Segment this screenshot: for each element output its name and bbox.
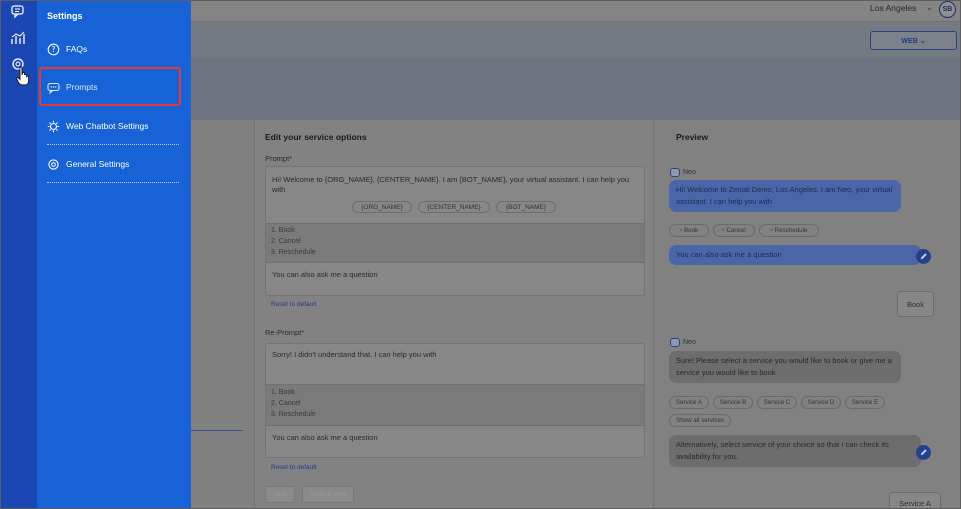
option-item: 1. Book bbox=[271, 389, 295, 396]
location-label[interactable]: Los Angeles bbox=[870, 3, 916, 13]
bot-label: Neo bbox=[670, 338, 696, 347]
hand-cursor-icon bbox=[16, 66, 30, 86]
placeholder-chip[interactable]: {BOT_NAME} bbox=[496, 201, 556, 213]
question-circle-icon: ? bbox=[47, 43, 60, 55]
drawer-item-faqs[interactable]: ? FAQs bbox=[47, 40, 87, 58]
option-item: 1. Book bbox=[271, 227, 295, 234]
gear-icon bbox=[48, 158, 59, 170]
service-chip[interactable]: Service B bbox=[713, 396, 753, 409]
icon-rail bbox=[0, 0, 37, 509]
header-band-lower bbox=[191, 57, 961, 120]
option-item: 2. Cancel bbox=[271, 400, 301, 407]
chat-icon[interactable] bbox=[10, 4, 26, 20]
reprompt-editor[interactable]: Sorry! I didn't understand that. I can h… bbox=[265, 343, 645, 458]
drawer-title: Settings bbox=[47, 11, 83, 21]
bot-name: Neo bbox=[683, 339, 696, 346]
drawer-divider bbox=[47, 182, 179, 183]
gear-cog-icon bbox=[47, 120, 60, 132]
prompt-footer-text[interactable]: You can also ask me a question bbox=[272, 270, 378, 280]
show-all-services-chip[interactable]: Show all services bbox=[669, 414, 731, 427]
analytics-icon[interactable] bbox=[10, 30, 26, 46]
option-item: 3. Reschedule bbox=[271, 411, 316, 418]
save-button[interactable]: Save bbox=[265, 486, 295, 503]
prompt-label: Prompt* bbox=[265, 154, 293, 163]
service-chip[interactable]: Service E bbox=[845, 396, 885, 409]
chevron-down-icon[interactable]: ⌄ bbox=[926, 3, 933, 12]
prompt-text[interactable]: Hi! Welcome to {ORG_NAME}, {CENTER_NAME}… bbox=[272, 175, 640, 195]
highlight-box-prompts bbox=[39, 67, 181, 106]
bot-avatar-icon bbox=[670, 168, 680, 177]
options-list: 1. Book 2. Cancel 3. Reschedule bbox=[266, 384, 644, 426]
drawer-item-general-settings[interactable]: General Settings bbox=[47, 155, 129, 173]
service-chip[interactable]: Service C bbox=[757, 396, 797, 409]
service-chip[interactable]: Service A bbox=[669, 396, 709, 409]
bot-name: Neo bbox=[683, 169, 696, 176]
reprompt-label: Re-Prompt* bbox=[265, 328, 305, 337]
bot-message-bubble: Hi! Welcome to Zenoti Demo, Los Angeles.… bbox=[669, 180, 901, 212]
bot-avatar-icon bbox=[670, 338, 680, 347]
bot-message-bubble: Alternatively, select service of your ch… bbox=[669, 435, 921, 467]
reset-default-link[interactable]: Reset to default bbox=[271, 464, 317, 471]
edit-heading: Edit your service options bbox=[265, 132, 367, 142]
bot-message-bubble: You can also ask me a question bbox=[669, 245, 921, 265]
option-item: 2. Cancel bbox=[271, 238, 301, 245]
drawer-item-label: General Settings bbox=[66, 159, 130, 169]
svg-text:?: ? bbox=[52, 45, 56, 54]
preview-heading: Preview bbox=[676, 132, 709, 142]
cancel-icon: ▫ bbox=[722, 227, 725, 234]
reprompt-footer-text[interactable]: You can also ask me a question bbox=[272, 433, 378, 443]
channel-select-button[interactable]: WEB ⌄ bbox=[870, 31, 957, 50]
user-reply-bubble: Book bbox=[897, 291, 934, 317]
drawer-item-label: FAQs bbox=[66, 44, 88, 54]
service-chip[interactable]: Service D bbox=[801, 396, 841, 409]
prompt-editor[interactable]: Hi! Welcome to {ORG_NAME}, {CENTER_NAME}… bbox=[265, 166, 645, 296]
bot-message-bubble: Sure! Please select a service you would … bbox=[669, 351, 901, 383]
left-column bbox=[191, 120, 253, 509]
placeholder-chip[interactable]: {CENTER_NAME} bbox=[418, 201, 490, 213]
save-and-new-button[interactable]: Save & New bbox=[302, 486, 354, 503]
drawer-item-label: Web Chatbot Settings bbox=[66, 121, 149, 131]
top-bar: Los Angeles ⌄ SB bbox=[191, 0, 961, 22]
edit-panel: Edit your service options Prompt* Hi! We… bbox=[254, 120, 654, 509]
preview-panel: Preview Neo Hi! Welcome to Zenoti Demo, … bbox=[655, 120, 961, 509]
quick-reply-book[interactable]: ▫ Book bbox=[669, 224, 709, 237]
reprompt-text[interactable]: Sorry! I didn't understand that. I can h… bbox=[272, 350, 436, 360]
edit-pencil-icon[interactable] bbox=[916, 445, 931, 460]
main-page-dimmed: Los Angeles ⌄ SB WEB ⌄ Edit your service… bbox=[191, 0, 961, 509]
reset-default-link[interactable]: Reset to default bbox=[271, 301, 317, 308]
bot-label: Neo bbox=[670, 168, 696, 177]
avatar[interactable]: SB bbox=[939, 1, 956, 18]
left-column-underline bbox=[191, 430, 243, 431]
quick-reply-reschedule[interactable]: ▫ Reschedule bbox=[759, 224, 819, 237]
drawer-divider bbox=[47, 144, 179, 145]
reschedule-icon: ▫ bbox=[770, 227, 773, 234]
drawer-item-web-chatbot-settings[interactable]: Web Chatbot Settings bbox=[47, 117, 149, 135]
placeholder-chip[interactable]: {ORG_NAME} bbox=[352, 201, 412, 213]
options-list: 1. Book 2. Cancel 3. Reschedule bbox=[266, 223, 644, 263]
quick-reply-cancel[interactable]: ▫ Cancel bbox=[713, 224, 755, 237]
option-item: 3. Reschedule bbox=[271, 249, 316, 256]
edit-pencil-icon[interactable] bbox=[916, 249, 931, 264]
calendar-icon: ▫ bbox=[679, 227, 683, 234]
user-reply-bubble: Service A bbox=[889, 492, 941, 509]
